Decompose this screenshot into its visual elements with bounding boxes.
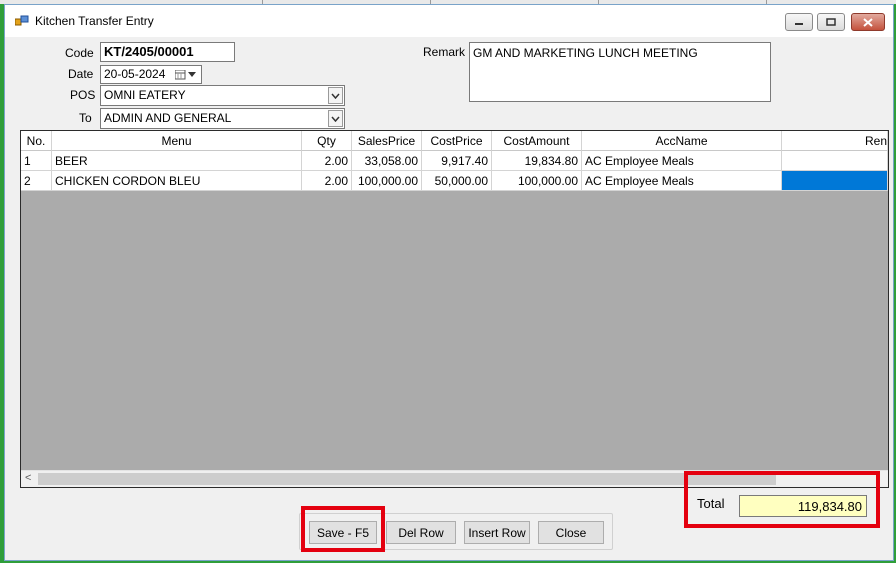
to-value: ADMIN AND GENERAL	[104, 111, 232, 125]
app-icon	[15, 15, 29, 26]
row-1-accname[interactable]: AC Employee Meals	[582, 151, 782, 171]
column-header-remark[interactable]: Ren	[782, 131, 888, 151]
del-row-button[interactable]: Del Row	[386, 521, 456, 544]
row-1-qty[interactable]: 2.00	[302, 151, 352, 171]
row-2-remark-selected[interactable]	[782, 171, 888, 191]
row-1-remark[interactable]	[782, 151, 888, 171]
code-field[interactable]: KT/2405/00001	[100, 42, 235, 62]
date-picker[interactable]: 20-05-2024	[100, 65, 202, 84]
insert-row-button[interactable]: Insert Row	[464, 521, 530, 544]
scroll-left-icon[interactable]: <	[25, 472, 31, 484]
minimize-icon	[795, 23, 803, 25]
pos-value: OMNI EATERY	[104, 88, 186, 102]
remark-label: Remark	[423, 45, 466, 59]
transfer-grid[interactable]: No. Menu Qty SalesPrice CostPrice CostAm…	[20, 130, 889, 488]
close-button[interactable]: Close	[538, 521, 604, 544]
calendar-icon[interactable]	[175, 70, 199, 80]
kitchen-transfer-window: Kitchen Transfer Entry Code KT/2405/0000…	[4, 4, 894, 561]
total-highlight	[684, 471, 880, 528]
scrollbar-thumb[interactable]	[38, 473, 776, 485]
close-window-button[interactable]	[851, 13, 885, 31]
date-value: 20-05-2024	[104, 67, 166, 81]
row-2-menu[interactable]: CHICKEN CORDON BLEU	[52, 171, 302, 191]
row-1-salesprice[interactable]: 33,058.00	[352, 151, 422, 171]
code-label: Code	[65, 46, 94, 60]
window-title: Kitchen Transfer Entry	[35, 14, 154, 28]
date-label: Date	[68, 67, 94, 81]
to-dropdown-button[interactable]	[328, 110, 343, 127]
chevron-down-icon	[331, 93, 340, 99]
row-2-salesprice[interactable]: 100,000.00	[352, 171, 422, 191]
maximize-button[interactable]	[817, 13, 845, 31]
remark-textarea[interactable]: GM AND MARKETING LUNCH MEETING	[469, 42, 771, 102]
row-1-costprice[interactable]: 9,917.40	[422, 151, 492, 171]
title-bar: Kitchen Transfer Entry	[5, 5, 893, 37]
to-select[interactable]: ADMIN AND GENERAL	[100, 108, 345, 129]
column-header-accname[interactable]: AccName	[582, 131, 782, 151]
pos-dropdown-button[interactable]	[328, 87, 343, 104]
column-header-costprice[interactable]: CostPrice	[422, 131, 492, 151]
pos-select[interactable]: OMNI EATERY	[100, 85, 345, 106]
pos-label: POS	[70, 88, 96, 102]
column-header-menu[interactable]: Menu	[52, 131, 302, 151]
chevron-down-icon	[331, 116, 340, 122]
close-icon	[863, 17, 873, 27]
row-2-accname[interactable]: AC Employee Meals	[582, 171, 782, 191]
row-2-costamount[interactable]: 100,000.00	[492, 171, 582, 191]
column-header-qty[interactable]: Qty	[302, 131, 352, 151]
row-1-menu[interactable]: BEER	[52, 151, 302, 171]
row-1-costamount[interactable]: 19,834.80	[492, 151, 582, 171]
row-2-costprice[interactable]: 50,000.00	[422, 171, 492, 191]
row-1-no[interactable]: 1	[21, 151, 52, 171]
maximize-icon	[826, 18, 836, 26]
row-2-qty[interactable]: 2.00	[302, 171, 352, 191]
column-header-no[interactable]: No.	[21, 131, 52, 151]
row-2-no[interactable]: 2	[21, 171, 52, 191]
to-label: To	[79, 111, 92, 125]
save-button-highlight	[301, 506, 385, 552]
minimize-button[interactable]	[785, 13, 813, 31]
column-header-costamount[interactable]: CostAmount	[492, 131, 582, 151]
column-header-salesprice[interactable]: SalesPrice	[352, 131, 422, 151]
